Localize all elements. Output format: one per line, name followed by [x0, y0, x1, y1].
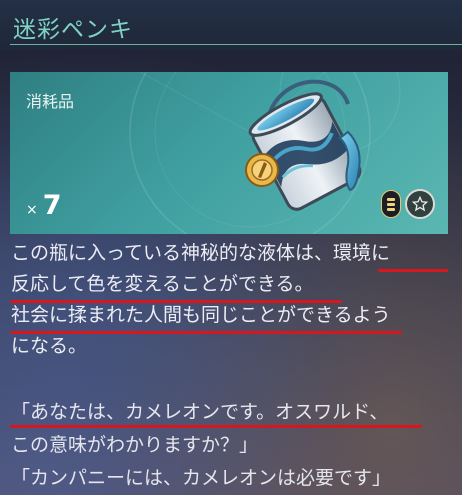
description-line-4: になる。: [11, 335, 88, 357]
quote-line-3: 「カンパニーには、カメレオンは必要です」: [11, 467, 392, 489]
favorite-button[interactable]: [405, 189, 435, 219]
header: 迷彩ペンキ: [0, 0, 462, 50]
quantity-value: 7: [42, 190, 62, 221]
star-icon: [412, 196, 428, 212]
annotation-underline: [378, 269, 448, 272]
item-quantity: × 7: [26, 190, 62, 221]
title-divider: [10, 44, 462, 45]
description-line-1: この瓶に入っている神秘的な液体は、環境に: [11, 242, 391, 264]
paint-can-icon: [245, 79, 362, 211]
item-title: 迷彩ペンキ: [13, 17, 133, 43]
annotation-underline: [10, 425, 422, 428]
item-card: 消耗品 × 7: [10, 72, 448, 234]
description-line-3: 社会に揉まれた人間も同じことができるよう: [11, 304, 391, 326]
description-line-2: 反応して色を変えることができる。: [11, 273, 314, 295]
quantity-prefix: ×: [26, 202, 38, 218]
quote-line-1: 「あなたは、カメレオンです。オスワルド、: [11, 401, 389, 423]
lock-button[interactable]: [381, 190, 401, 218]
annotation-underline: [10, 331, 402, 334]
quote-line-2: この意味がわかりますか？」: [11, 434, 259, 456]
annotation-underline: [10, 300, 342, 303]
item-category: 消耗品: [26, 92, 75, 111]
